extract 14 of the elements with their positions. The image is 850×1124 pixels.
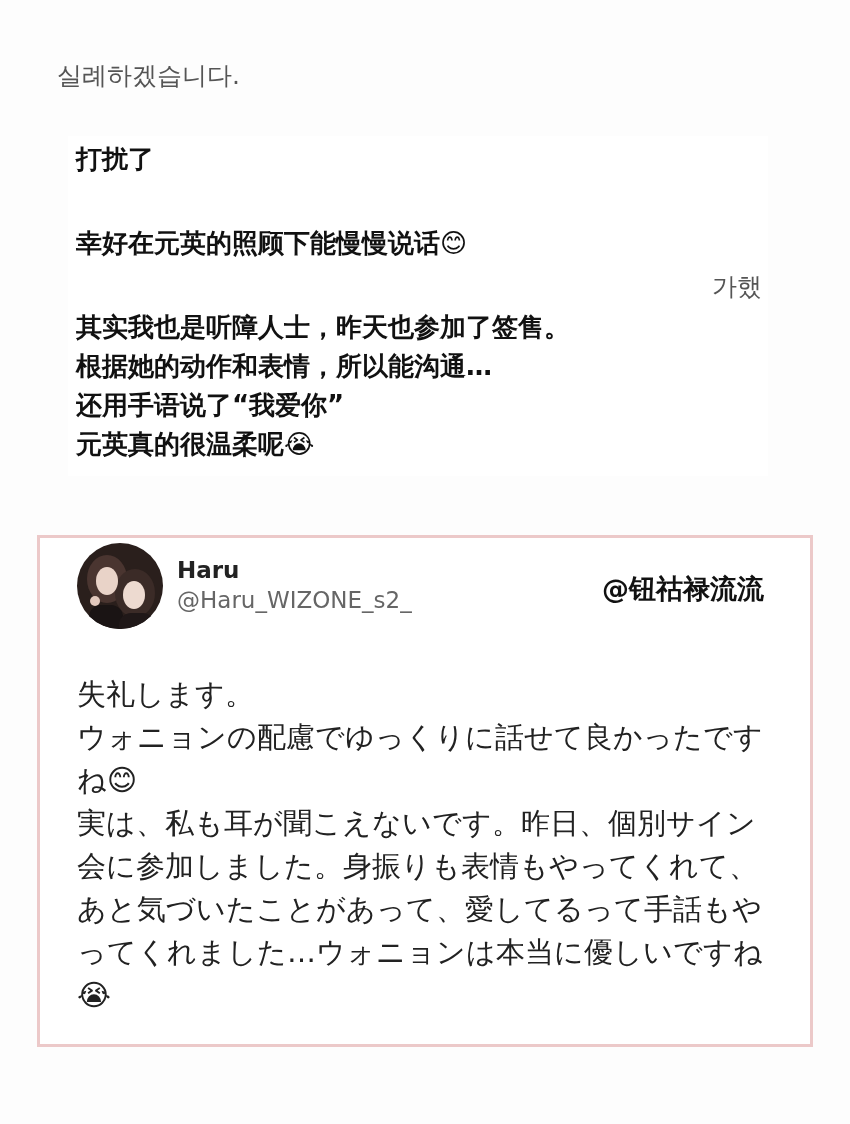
post-text: 실례하겠습니다. bbox=[56, 60, 241, 92]
tweet-text: ウォニョンの配慮でゆっくりに話せて良かったですね😊 bbox=[77, 719, 764, 799]
caption-text: 幸好在元英的照顾下能慢慢说话😊 bbox=[76, 227, 468, 260]
caption-text: 其实我也是听障人士，昨天也参加了签售。 bbox=[76, 311, 570, 344]
post-text: 가했 bbox=[712, 271, 762, 303]
display-name[interactable]: Haru bbox=[177, 557, 240, 583]
tweet-text: 実は、私も耳が聞こえないです。昨日、個別サイン会に参加しました。身振りも表情もやってくれて、あと気づいたことがあって、愛してるって手話もやってくれました…ウォニョンは本当に優しいですね😭 bbox=[77, 805, 764, 1014]
caption-text: 还用手语说了“我爱你” bbox=[76, 389, 345, 422]
caption-text: 元英真的很温柔呢😭 bbox=[76, 428, 315, 461]
tweet-text: 失礼します。 bbox=[77, 676, 255, 713]
caption-text: 打扰了 bbox=[76, 143, 154, 176]
user-handle[interactable]: @Haru_WIZONE_s2_ bbox=[177, 587, 412, 613]
caption-text: 根据她的动作和表情，所以能沟通… bbox=[76, 350, 492, 383]
credit-text: @钮祜禄流流 bbox=[602, 572, 764, 606]
